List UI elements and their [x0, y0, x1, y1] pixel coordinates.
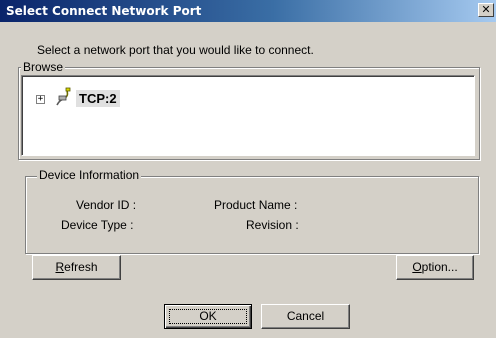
device-info-legend: Device Information [37, 168, 142, 182]
product-name-label: Product Name : [214, 198, 298, 212]
focus-rectangle [169, 309, 247, 324]
option-accelerator: O [412, 260, 422, 274]
refresh-accelerator: R [55, 260, 65, 274]
window-title: Select Connect Network Port [6, 4, 202, 18]
option-button[interactable]: Option... [396, 255, 474, 280]
option-label: ption... [421, 260, 458, 274]
expand-icon[interactable]: + [36, 95, 45, 104]
instruction-text: Select a network port that you would lik… [37, 43, 314, 57]
device-info-group [25, 176, 479, 254]
cancel-label: Cancel [286, 309, 325, 323]
port-tree-view[interactable]: + TCP:2 [21, 75, 475, 156]
title-bar[interactable]: Select Connect Network Port ✕ [0, 0, 496, 22]
cancel-button[interactable]: Cancel [261, 304, 350, 329]
device-type-label: Device Type : [61, 218, 134, 232]
dialog-body: Select a network port that you would lik… [0, 22, 496, 338]
close-button[interactable]: ✕ [478, 3, 494, 17]
tree-node-label[interactable]: TCP:2 [76, 90, 120, 107]
ok-button[interactable]: OK [164, 304, 252, 329]
browse-group-legend: Browse [21, 60, 66, 74]
refresh-label: efresh [64, 260, 98, 274]
network-port-icon [56, 87, 71, 106]
close-icon: ✕ [481, 3, 491, 16]
vendor-id-label: Vendor ID : [76, 198, 137, 212]
revision-label: Revision : [246, 218, 299, 232]
refresh-button[interactable]: Refresh [32, 255, 121, 280]
